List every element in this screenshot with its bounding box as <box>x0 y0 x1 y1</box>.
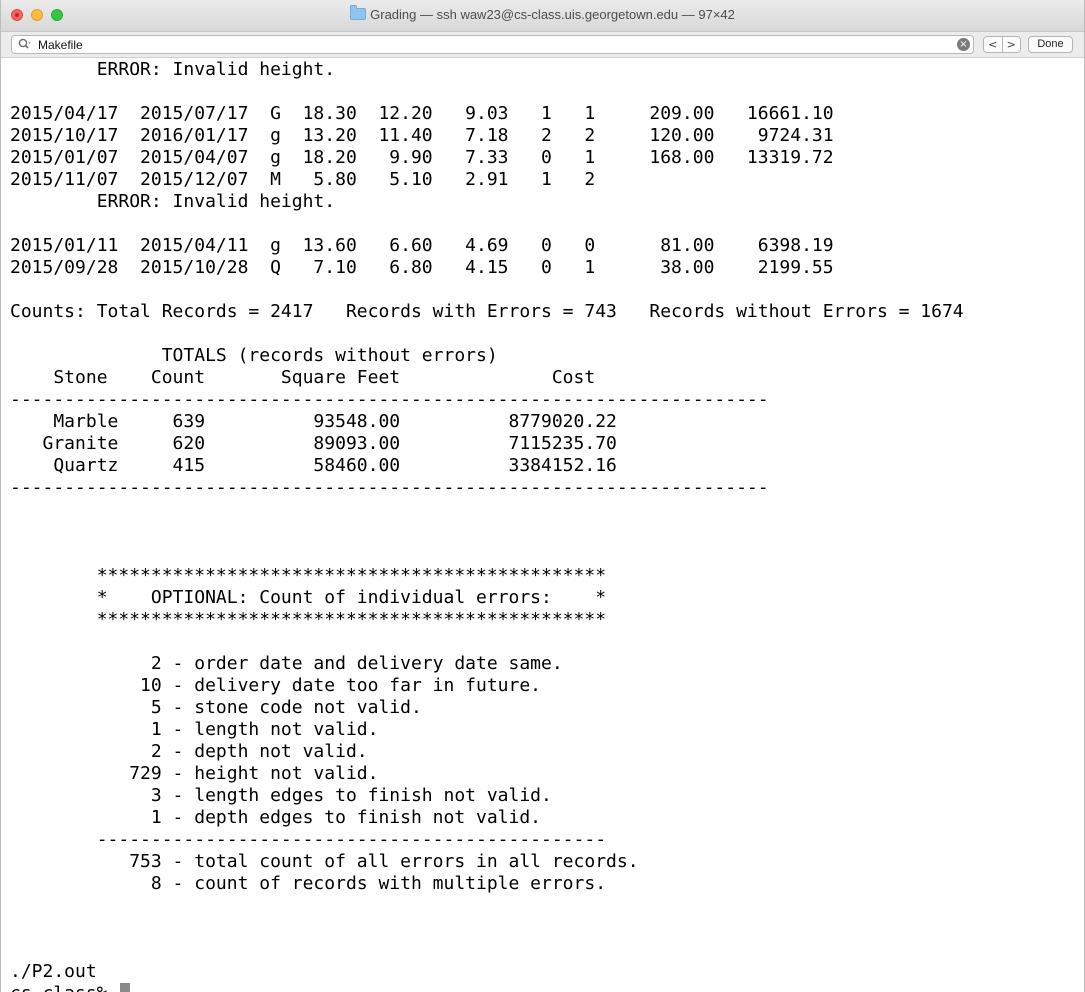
terminal-line: 2015/09/28 2015/10/28 Q 7.10 6.80 4.15 0… <box>10 257 834 278</box>
window-title-group: Grading — ssh waw23@cs-class.uis.georget… <box>1 5 1084 22</box>
terminal-line: 753 - total count of all errors in all r… <box>10 851 639 872</box>
terminal-line: 2015/04/17 2015/07/17 G 18.30 12.20 9.03… <box>10 103 834 124</box>
terminal-line: 3 - length edges to finish not valid. <box>10 785 552 806</box>
done-button[interactable]: Done <box>1028 36 1073 53</box>
shell-prompt: cs-class% <box>10 983 118 992</box>
terminal-line: 1 - length not valid. <box>10 719 379 740</box>
terminal-line: ----------------------------------------… <box>10 389 769 410</box>
terminal-line: 5 - stone code not valid. <box>10 697 422 718</box>
terminal-line: 2015/11/07 2015/12/07 M 5.80 5.10 2.91 1… <box>10 169 596 190</box>
terminal-line: * OPTIONAL: Count of individual errors: … <box>10 587 607 608</box>
find-previous-button[interactable]: < <box>984 37 1003 52</box>
title-bar[interactable]: Grading — ssh waw23@cs-class.uis.georget… <box>1 0 1084 32</box>
terminal-line: Counts: Total Records = 2417 Records wit… <box>10 301 964 322</box>
terminal-line: ERROR: Invalid height. <box>10 191 336 212</box>
clear-search-icon[interactable]: × <box>957 38 970 51</box>
search-value: Makefile <box>38 38 83 52</box>
terminal-line: ----------------------------------------… <box>10 477 769 498</box>
terminal-line: Marble 639 93548.00 8779020.22 <box>10 411 617 432</box>
terminal-line: 2 - order date and delivery date same. <box>10 653 563 674</box>
terminal-line: TOTALS (records without errors) <box>10 345 498 366</box>
find-bar: Makefile × < > Done <box>1 32 1084 58</box>
terminal-line: ****************************************… <box>10 565 607 586</box>
terminal-window: Grading — ssh waw23@cs-class.uis.georget… <box>0 0 1085 992</box>
terminal-line: ****************************************… <box>10 609 607 630</box>
terminal-line: 2015/10/17 2016/01/17 g 13.20 11.40 7.18… <box>10 125 834 146</box>
terminal-line: 2015/01/07 2015/04/07 g 18.20 9.90 7.33 … <box>10 147 834 168</box>
terminal-line: ./P2.out <box>10 961 97 982</box>
terminal-line: 8 - count of records with multiple error… <box>10 873 607 894</box>
terminal-line: Stone Count Square Feet Cost <box>10 367 596 388</box>
prompt-line[interactable]: cs-class% <box>10 983 1084 992</box>
terminal-line: Quartz 415 58460.00 3384152.16 <box>10 455 617 476</box>
terminal-line: 10 - delivery date too far in future. <box>10 675 542 696</box>
search-icon[interactable] <box>18 38 32 51</box>
text-cursor <box>120 983 131 992</box>
terminal-line: ERROR: Invalid height. <box>10 59 336 80</box>
terminal-line: ----------------------------------------… <box>10 829 607 850</box>
folder-icon <box>350 5 367 20</box>
terminal-line: 1 - depth edges to finish not valid. <box>10 807 542 828</box>
terminal-output[interactable]: ERROR: Invalid height. 2015/04/17 2015/07… <box>10 59 1084 992</box>
terminal-line: 2015/01/11 2015/04/11 g 13.60 6.60 4.69 … <box>10 235 834 256</box>
terminal-line: Granite 620 89093.00 7115235.70 <box>10 433 617 454</box>
find-navigation: < > <box>983 36 1021 53</box>
terminal-line: 729 - height not valid. <box>10 763 379 784</box>
window-title: Grading — ssh waw23@cs-class.uis.georget… <box>370 7 735 22</box>
terminal-line: 2 - depth not valid. <box>10 741 368 762</box>
find-search-input[interactable]: Makefile × <box>11 35 974 54</box>
find-next-button[interactable]: > <box>1003 37 1021 52</box>
